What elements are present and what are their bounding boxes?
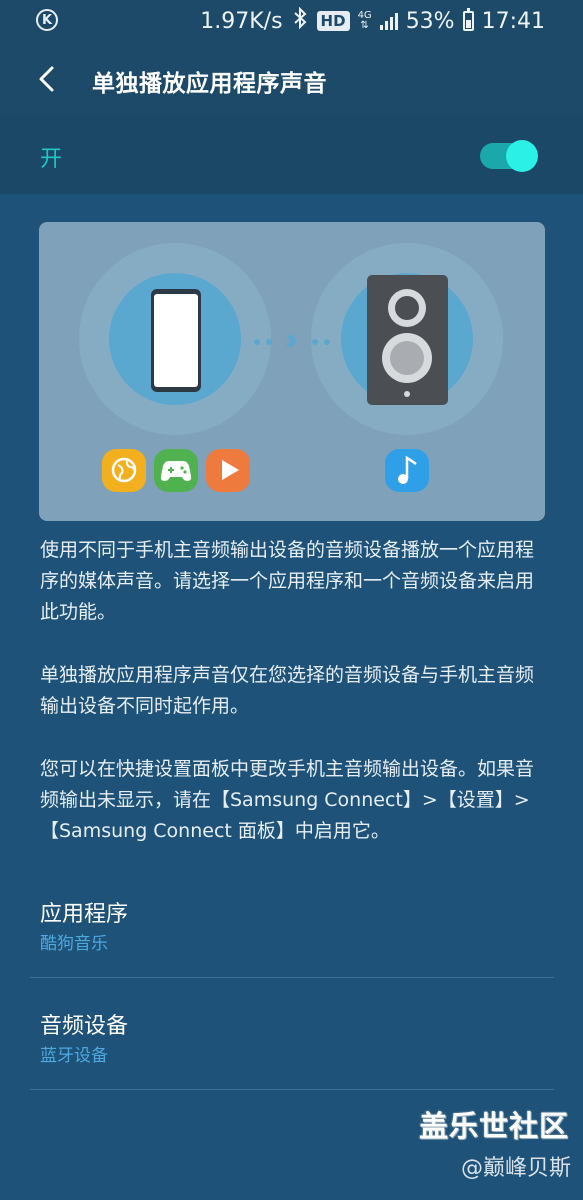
switch-label: 开 <box>40 147 63 172</box>
audio-device-title: 音频设备 <box>40 1014 129 1039</box>
toggle-knob <box>506 140 538 172</box>
description-paragraph-3: 您可以在快捷设置面板中更改手机主音频输出设备。如果音频输出未显示，请在【Sams… <box>40 758 535 842</box>
network-type-icon: 4G ⇅ <box>358 11 372 31</box>
signal-icon <box>379 12 398 30</box>
app-selector-item[interactable]: 应用程序 酷狗音乐 <box>30 877 554 978</box>
watermark-title: 盖乐世社区 <box>418 1109 569 1143</box>
page-title: 单独播放应用程序声音 <box>92 71 327 97</box>
bluetooth-icon <box>291 6 309 35</box>
smartphone-icon <box>151 289 201 392</box>
back-button[interactable] <box>30 62 64 96</box>
gamepad-app-icon <box>154 449 198 492</box>
hd-badge: HD <box>316 11 350 31</box>
music-note-icon <box>385 449 429 492</box>
master-toggle[interactable] <box>480 140 540 172</box>
status-bar-right: 1.97K/s HD 4G ⇅ 53% 17:41 <box>200 0 545 42</box>
play-app-icon <box>206 449 250 492</box>
feature-illustration <box>39 222 545 521</box>
audio-device-value: 蓝牙设备 <box>40 1046 108 1066</box>
globe-app-icon <box>102 449 146 492</box>
clock: 17:41 <box>481 8 545 34</box>
chevron-left-icon <box>39 66 54 92</box>
k-circle-icon: K <box>36 9 58 31</box>
battery-percent: 53% <box>405 8 455 34</box>
app-selector-title: 应用程序 <box>40 902 129 927</box>
app-selector-value: 酷狗音乐 <box>40 934 108 954</box>
audio-device-item[interactable]: 音频设备 蓝牙设备 <box>30 989 554 1090</box>
data-arrows-icon: ⇅ <box>360 20 369 31</box>
description-paragraph-2: 单独播放应用程序声音仅在您选择的音频设备与手机主音频输出设备不同时起作用。 <box>40 664 535 717</box>
network-speed: 1.97K/s <box>200 8 283 34</box>
watermark-author: @巅峰贝斯 <box>460 1156 571 1181</box>
battery-icon <box>462 8 474 31</box>
master-switch-row[interactable]: 开 <box>0 116 583 194</box>
speaker-icon <box>367 275 448 405</box>
status-bar: K 1.97K/s HD 4G ⇅ 53% 17:41 <box>0 0 583 42</box>
description-paragraph-1: 使用不同于手机主音频输出设备的音频设备播放一个应用程序的媒体声音。请选择一个应用… <box>40 539 535 623</box>
app-header: 单独播放应用程序声音 <box>0 42 583 116</box>
